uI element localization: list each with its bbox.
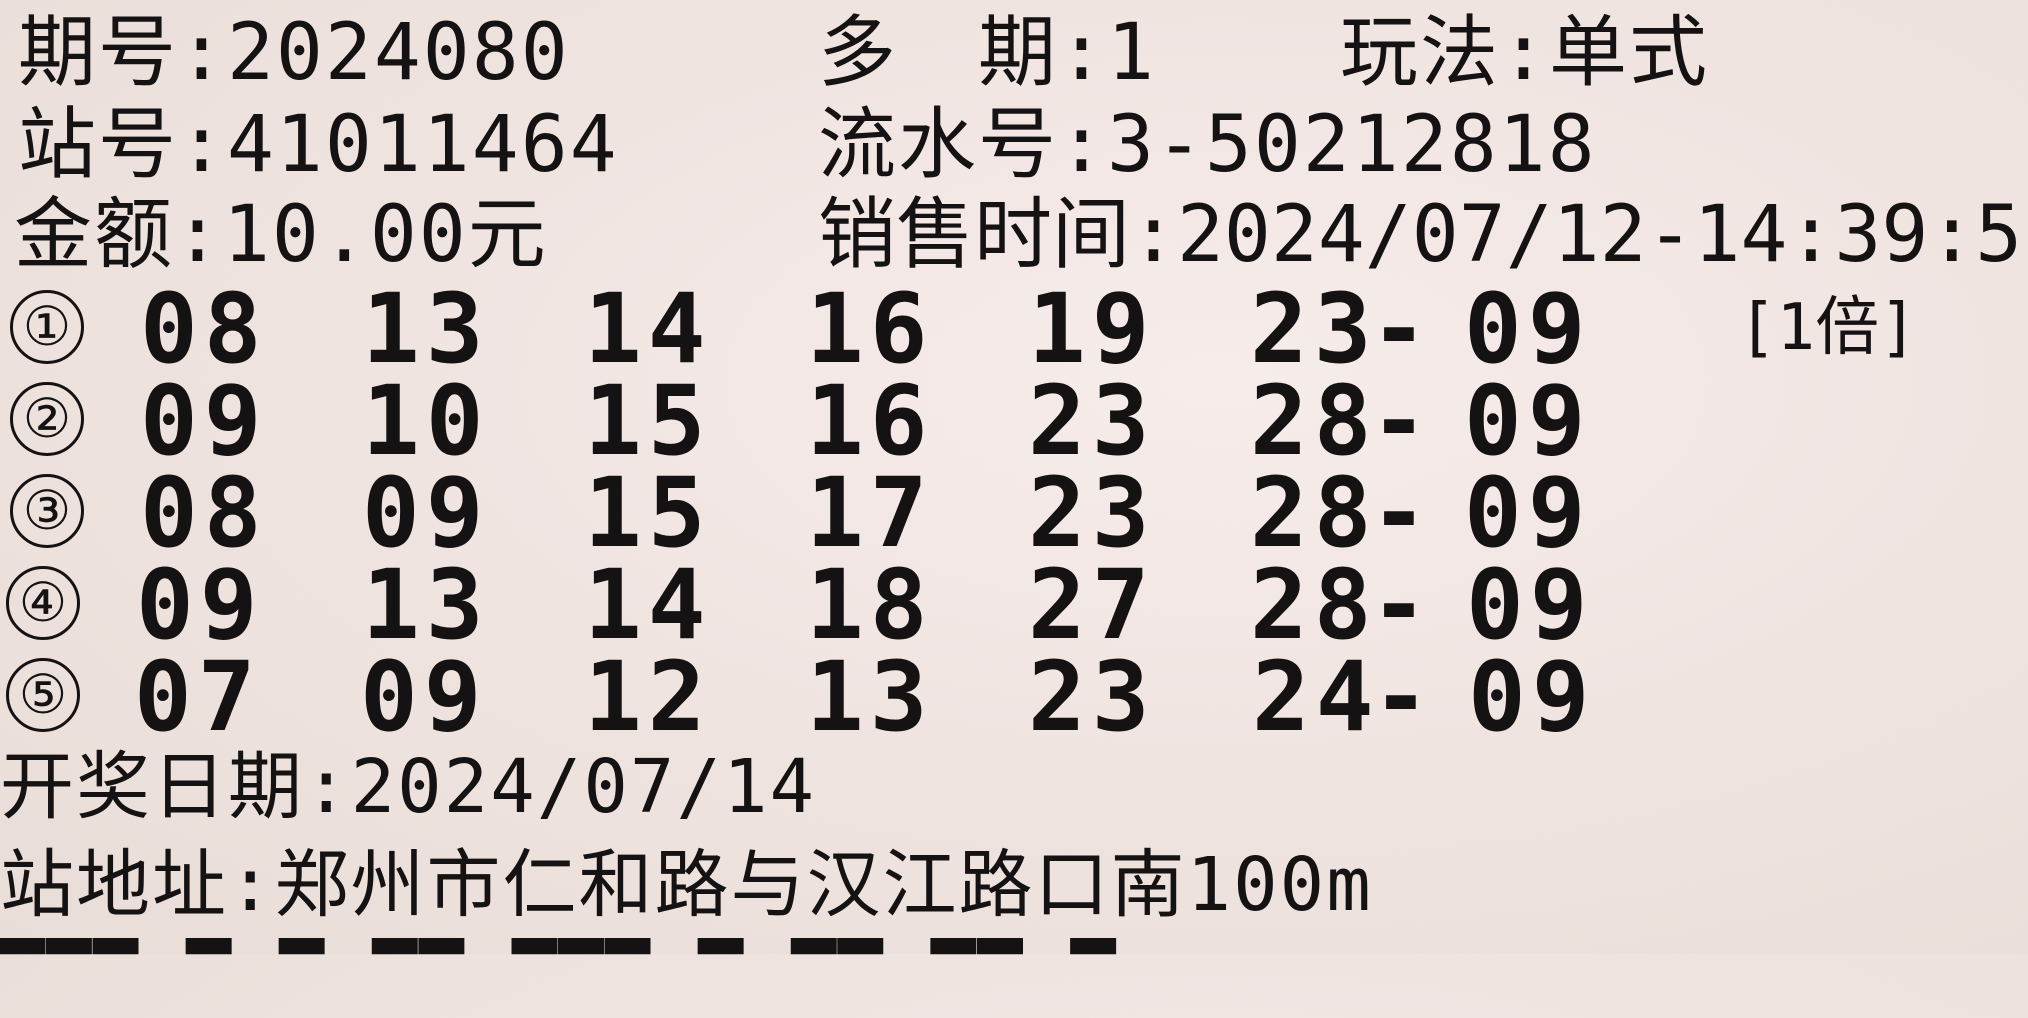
bet-line-3: ③ 08 09 15 17 23 28 - 09 xyxy=(0,457,2028,569)
amount-value: 10.00元 xyxy=(222,190,548,280)
separator: - xyxy=(1370,365,1428,477)
red-ball: 18 xyxy=(806,549,934,661)
address-label: 站地址: xyxy=(0,842,275,928)
bet-line-5: ⑤ 07 09 12 13 23 24 - 09 xyxy=(0,641,2028,753)
red-ball: 16 xyxy=(806,273,934,385)
issue-line: 期号:2024080 xyxy=(18,14,570,92)
red-ball: 10 xyxy=(362,365,490,477)
line-index: ① xyxy=(10,290,84,364)
bet-line-1: ① 08 13 14 16 19 23 - 09 [1倍] xyxy=(0,273,2028,385)
station-label: 站号: xyxy=(18,100,227,190)
serial-line: 流水号:3-50212818 xyxy=(818,106,1597,184)
red-ball: 09 xyxy=(360,641,488,753)
blue-ball: 09 xyxy=(1468,641,1596,753)
red-ball: 24 xyxy=(1252,641,1380,753)
line-index: ④ xyxy=(6,566,80,640)
red-ball: 28 xyxy=(1250,457,1378,569)
line-index: ⑤ xyxy=(6,658,80,732)
red-ball: 16 xyxy=(806,365,934,477)
multiplier: [1倍] xyxy=(1738,291,1918,365)
amount-line: 金额:10.00元 xyxy=(14,196,548,274)
play-type-value: 单式 xyxy=(1548,8,1709,98)
sale-time-label: 销售时间: xyxy=(818,190,1177,280)
red-ball: 09 xyxy=(136,549,264,661)
blue-ball: 09 xyxy=(1464,365,1592,477)
red-ball: 17 xyxy=(806,457,934,569)
issue-label: 期号: xyxy=(18,8,227,98)
red-ball: 15 xyxy=(584,457,712,569)
red-ball: 13 xyxy=(362,273,490,385)
red-ball: 14 xyxy=(584,273,712,385)
bet-line-2: ② 09 10 15 16 23 28 - 09 xyxy=(0,365,2028,477)
blue-ball: 09 xyxy=(1464,457,1592,569)
multi-period-value: 1 xyxy=(1106,8,1156,98)
address-line: 站地址:郑州市仁和路与汉江路口南100m xyxy=(0,848,1373,922)
separator: - xyxy=(1372,641,1430,753)
bet-line-4: ④ 09 13 14 18 27 28 - 09 xyxy=(0,549,2028,661)
line-index: ② xyxy=(10,382,84,456)
red-ball: 19 xyxy=(1028,273,1156,385)
red-ball: 27 xyxy=(1028,549,1156,661)
line-index: ③ xyxy=(10,474,84,548)
red-ball: 14 xyxy=(584,549,712,661)
draw-date-value: 2024/07/14 xyxy=(350,744,817,830)
issue-value: 2024080 xyxy=(226,8,570,98)
red-ball: 23 xyxy=(1028,365,1156,477)
separator: - xyxy=(1370,549,1428,661)
red-ball: 28 xyxy=(1250,549,1378,661)
amount-label: 金额: xyxy=(14,190,223,280)
sale-time-line: 销售时间:2024/07/12-14:39:51 xyxy=(818,196,2028,274)
separator: - xyxy=(1370,273,1428,385)
red-ball: 13 xyxy=(806,641,934,753)
red-ball: 09 xyxy=(362,457,490,569)
red-ball: 23 xyxy=(1028,641,1156,753)
red-ball: 07 xyxy=(134,641,262,753)
station-value: 41011464 xyxy=(226,100,619,190)
sale-time-value: 2024/07/12-14:39:51 xyxy=(1176,190,2028,280)
red-ball: 28 xyxy=(1250,365,1378,477)
red-ball: 09 xyxy=(140,365,268,477)
blue-ball: 09 xyxy=(1464,273,1592,385)
multi-period-label: 多 期: xyxy=(818,8,1107,98)
play-type-line: 玩法:单式 xyxy=(1340,14,1709,92)
cut-off-line: ▀▀▀ ▀ ▀ ▀▀ ▀▀▀ ▀ ▀▀ ▀▀ ▀ xyxy=(0,932,1118,1018)
draw-date-line: 开奖日期:2024/07/14 xyxy=(0,750,816,824)
address-value: 郑州市仁和路与汉江路口南100m xyxy=(274,842,1373,928)
lottery-ticket: 期号:2024080 多 期:1 玩法:单式 站号:41011464 流水号:3… xyxy=(0,0,2028,954)
play-type-label: 玩法: xyxy=(1340,8,1549,98)
red-ball: 12 xyxy=(584,641,712,753)
red-ball: 23 xyxy=(1028,457,1156,569)
serial-value: 3-50212818 xyxy=(1106,100,1597,190)
station-line: 站号:41011464 xyxy=(18,106,619,184)
blue-ball: 09 xyxy=(1466,549,1594,661)
red-ball: 08 xyxy=(140,457,268,569)
multi-period-line: 多 期:1 xyxy=(818,14,1156,92)
serial-label: 流水号: xyxy=(818,100,1107,190)
separator: - xyxy=(1370,457,1428,569)
draw-date-label: 开奖日期: xyxy=(0,744,351,830)
red-ball: 13 xyxy=(362,549,490,661)
red-ball: 15 xyxy=(584,365,712,477)
red-ball: 23 xyxy=(1250,273,1378,385)
red-ball: 08 xyxy=(140,273,268,385)
